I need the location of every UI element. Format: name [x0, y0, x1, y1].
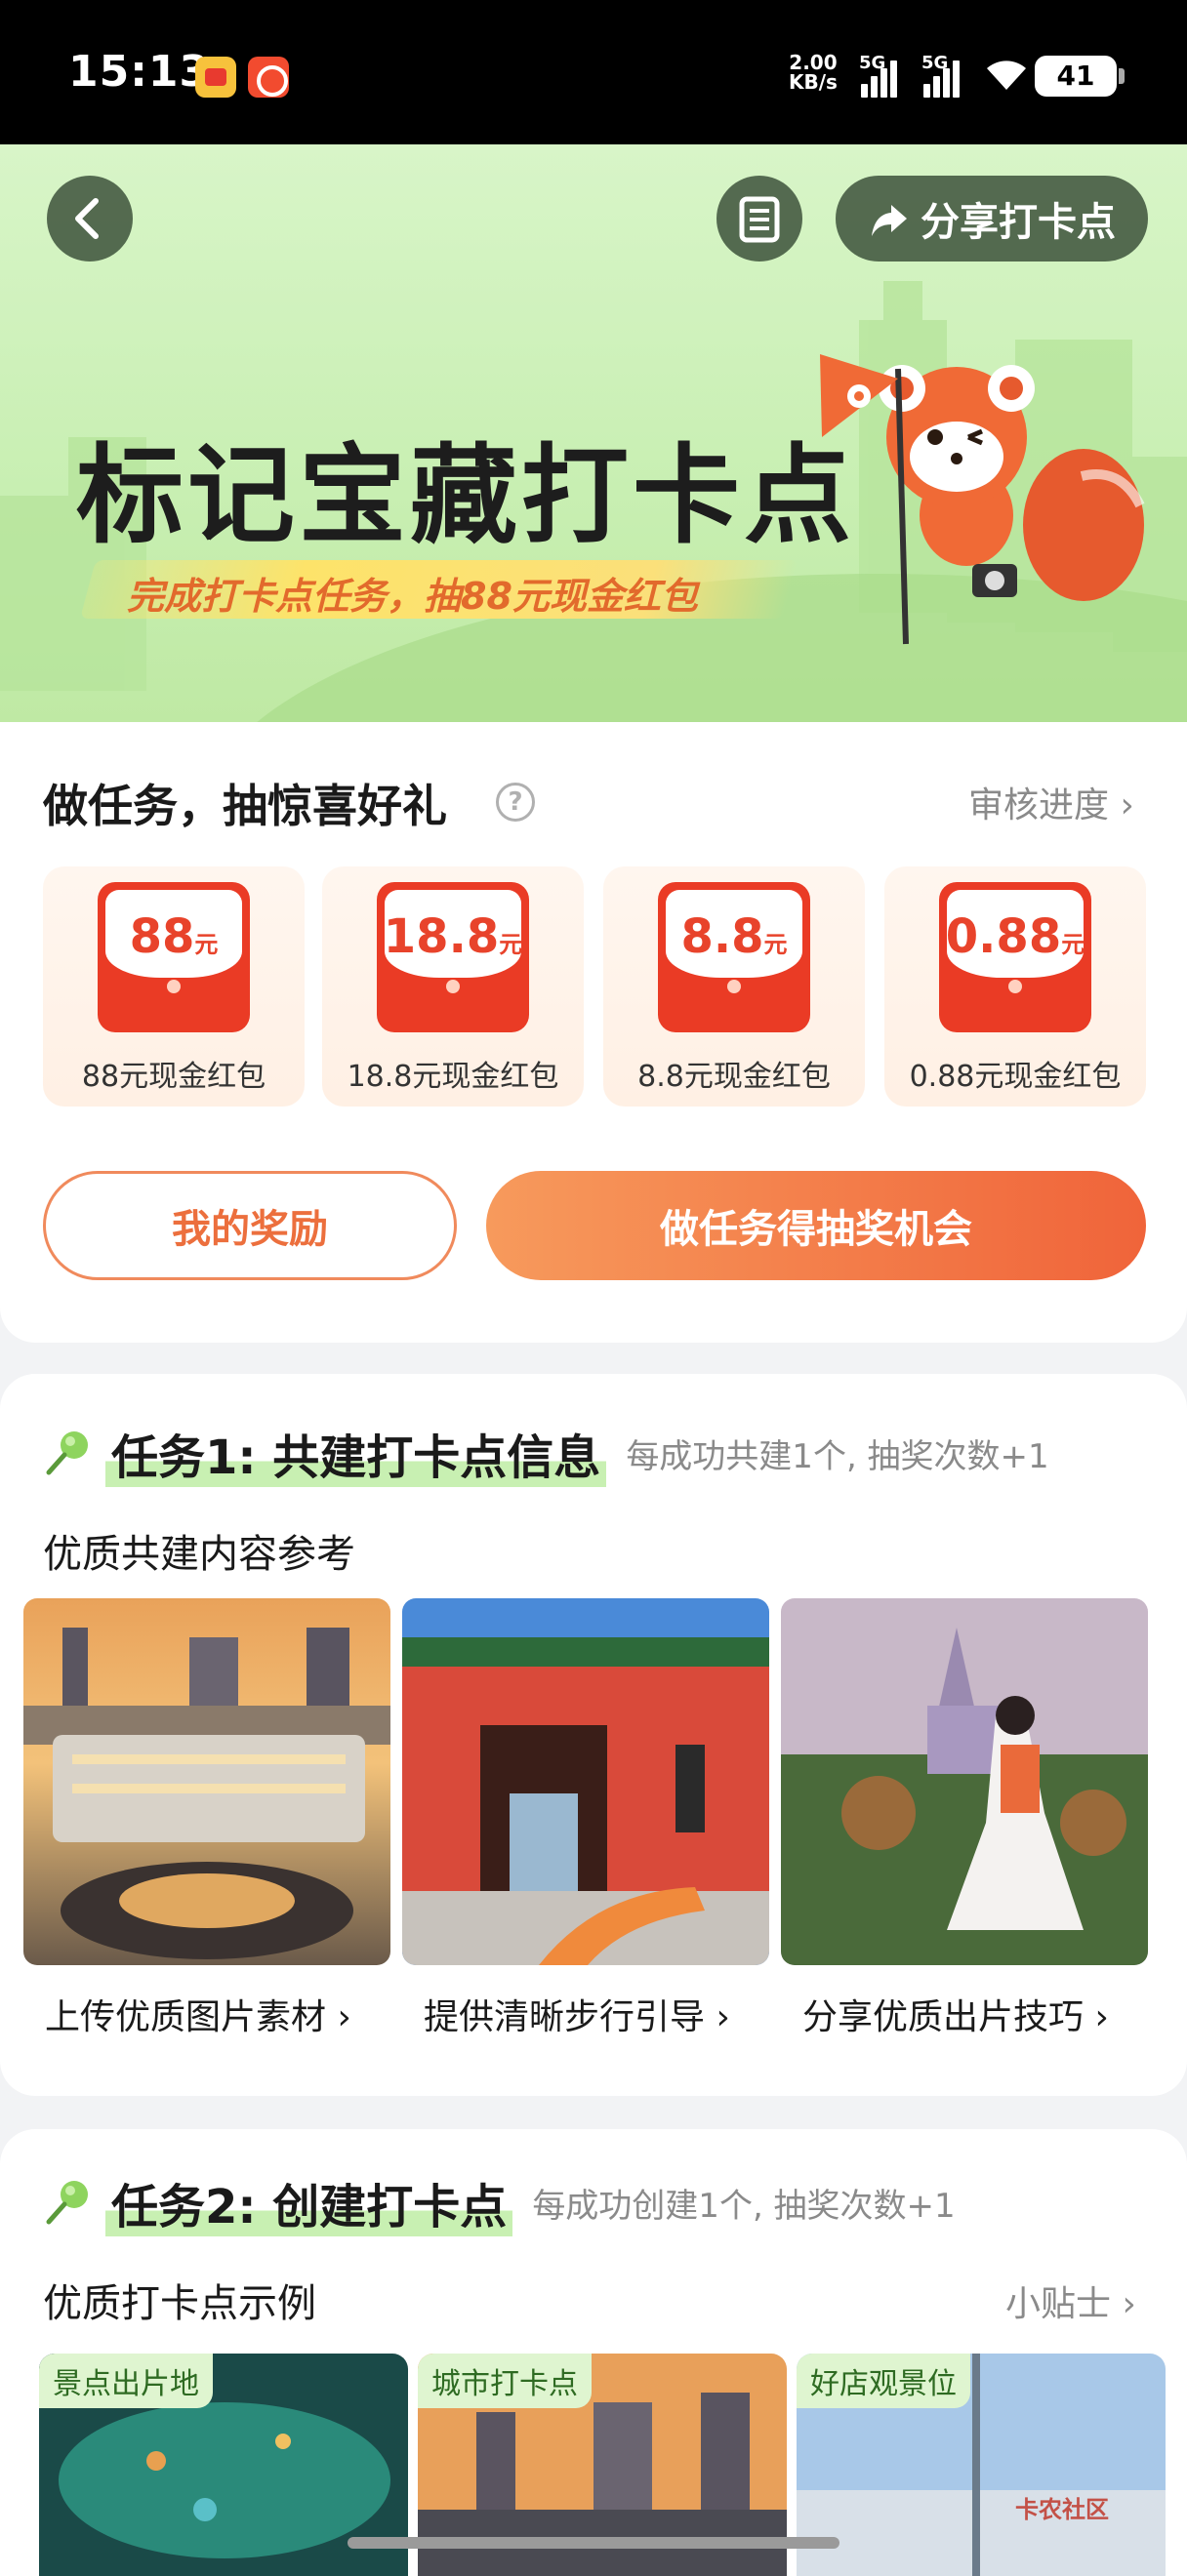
reference-caption-link[interactable]: 上传优质图片素材 › [45, 1989, 351, 2039]
prize-unit: 元 [194, 931, 219, 958]
notification-app-icon [248, 57, 289, 98]
tips-label: 小贴士 [1005, 2284, 1112, 2324]
reference-caption-link[interactable]: 提供清晰步行引导 › [424, 1989, 730, 2039]
example-tag: 好店观景位 [797, 2354, 970, 2408]
reference-caption: 分享优质出片技巧 [802, 1997, 1085, 2037]
review-progress-label: 审核进度 [968, 785, 1110, 825]
gate-photo-image [402, 1598, 769, 1965]
prize-label: 0.88元现金红包 [909, 1060, 1122, 1094]
cell-signal-icon: 5G [921, 53, 968, 98]
task2-subtitle: 优质打卡点示例 [43, 2281, 316, 2326]
rewards-card: 做任务，抽惊喜好礼 ? 审核进度 › 88元 88元现金红包 18.8元 18.… [0, 722, 1187, 1343]
rewards-title: 做任务，抽惊喜好礼 [43, 780, 447, 832]
pushpin-icon [46, 1431, 88, 1475]
share-arrow-icon [872, 205, 907, 236]
tips-link[interactable]: 小贴士 › [1005, 2275, 1136, 2326]
red-envelope-icon: 88元 [98, 882, 250, 1032]
pushpin-icon [46, 2181, 88, 2225]
prize-card: 18.8元 18.8元现金红包 [322, 866, 584, 1107]
reference-caption: 提供清晰步行引导 [424, 1997, 706, 2037]
red-envelope-icon: 8.8元 [658, 882, 810, 1032]
task2-note: 每成功创建1个, 抽奖次数+1 [532, 2186, 956, 2226]
wifi-icon [987, 60, 1026, 90]
chevron-right-icon: › [1111, 2284, 1136, 2324]
reference-photo-gate[interactable] [402, 1598, 769, 1965]
prize-amount: 8.8 [680, 909, 764, 964]
reference-photo-harbor[interactable] [23, 1598, 390, 1965]
prize-card: 0.88元 0.88元现金红包 [884, 866, 1146, 1107]
task2-card: 任务2: 创建打卡点 每成功创建1个, 抽奖次数+1 优质打卡点示例 小贴士 ›… [0, 2129, 1187, 2576]
hero-banner: 分享打卡点 标记宝藏打卡点 完成打卡点任务，抽88元现金红包 [0, 144, 1187, 722]
prize-card: 88元 88元现金红包 [43, 866, 305, 1107]
chevron-right-icon: › [326, 1997, 351, 2037]
help-icon[interactable]: ? [496, 783, 535, 822]
reference-caption: 上传优质图片素材 [45, 1997, 327, 2037]
prize-label: 8.8元现金红包 [637, 1060, 831, 1094]
red-envelope-icon: 0.88元 [939, 882, 1091, 1032]
chevron-left-icon [75, 198, 99, 239]
task2-title: 任务2: 创建打卡点 [105, 2168, 513, 2236]
task1-card: 任务1: 共建打卡点信息 每成功共建1个, 抽奖次数+1 优质共建内容参考 上传… [0, 1374, 1187, 2096]
prize-card: 8.8元 8.8元现金红包 [603, 866, 865, 1107]
do-tasks-button[interactable]: 做任务得抽奖机会 [486, 1171, 1146, 1280]
document-icon [739, 196, 780, 243]
reference-caption-link[interactable]: 分享优质出片技巧 › [802, 1989, 1109, 2039]
home-indicator[interactable] [348, 2537, 839, 2549]
network-speed-unit: KB/s [789, 70, 838, 94]
status-time: 15:13 [68, 47, 211, 97]
chevron-right-icon: › [1109, 785, 1134, 825]
prize-unit: 元 [1061, 931, 1085, 958]
task1-header: 任务1: 共建打卡点信息 每成功共建1个, 抽奖次数+1 [43, 1419, 1049, 1487]
red-envelope-icon: 18.8元 [377, 882, 529, 1032]
example-tag: 景点出片地 [39, 2354, 213, 2408]
watermark: 卡农社区 [1015, 2496, 1109, 2523]
castle-photo-image [781, 1598, 1148, 1965]
review-progress-link[interactable]: 审核进度 › [968, 777, 1134, 827]
task1-title: 任务1: 共建打卡点信息 [105, 1419, 607, 1487]
notification-app-icon [195, 57, 236, 98]
prize-unit: 元 [499, 931, 523, 958]
example-card-shop-view[interactable]: 好店观景位 [797, 2354, 1166, 2576]
prize-unit: 元 [763, 931, 788, 958]
example-tag: 城市打卡点 [418, 2354, 592, 2408]
my-rewards-button[interactable]: 我的奖励 [43, 1171, 457, 1280]
task2-header: 任务2: 创建打卡点 每成功创建1个, 抽奖次数+1 [43, 2168, 956, 2236]
status-bar: 15:13 2.00 KB/s 5G 5G 41 [0, 0, 1187, 144]
network-speed-value: 2.00 [789, 51, 838, 74]
back-button[interactable] [47, 176, 133, 262]
network-speed: 2.00 KB/s [789, 53, 838, 92]
banner-title: 标记宝藏打卡点 [76, 433, 855, 558]
rules-button[interactable] [716, 176, 802, 262]
battery-icon: 41 [1035, 56, 1125, 97]
prize-amount: 0.88 [945, 909, 1062, 964]
task1-subtitle: 优质共建内容参考 [43, 1532, 355, 1577]
share-button-label: 分享打卡点 [921, 200, 1116, 245]
harbor-photo-image [23, 1598, 390, 1965]
reference-photo-castle[interactable] [781, 1598, 1148, 1965]
chevron-right-icon: › [1084, 1997, 1109, 2037]
prize-amount: 18.8 [383, 909, 500, 964]
banner-subtitle: 完成打卡点任务，抽88元现金红包 [127, 575, 698, 618]
prize-label: 18.8元现金红包 [347, 1060, 559, 1094]
share-button[interactable]: 分享打卡点 [836, 176, 1148, 262]
chevron-right-icon: › [705, 1997, 730, 2037]
cell-signal-icon: 5G [859, 53, 906, 98]
prize-amount: 88 [129, 909, 195, 964]
prize-label: 88元现金红包 [81, 1060, 266, 1094]
task1-note: 每成功共建1个, 抽奖次数+1 [626, 1436, 1049, 1476]
